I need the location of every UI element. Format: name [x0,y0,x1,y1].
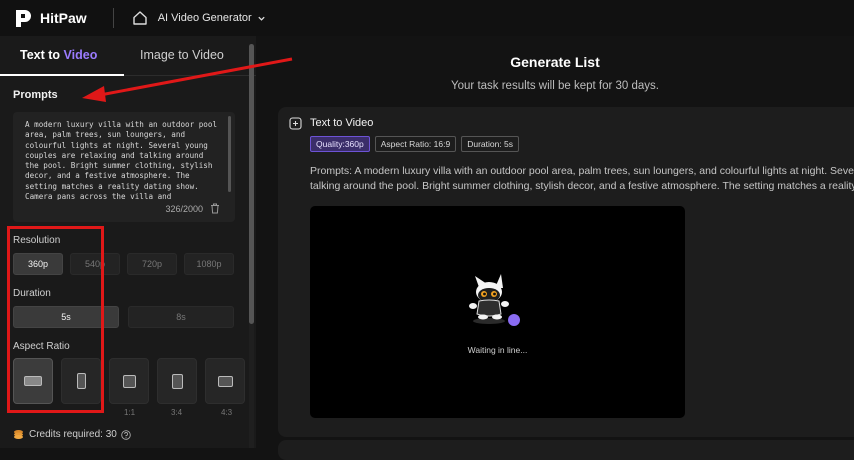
aspect-4-3-option[interactable] [205,358,245,404]
generate-list-panel: Generate List Your task results will be … [256,36,854,460]
prompts-label: Prompts [13,89,58,101]
task-prompt-line: talking around the pool. Bright summer c… [310,179,854,192]
status-text: Waiting in line... [467,345,528,355]
help-icon[interactable] [121,429,131,440]
scrollbar-thumb[interactable] [249,44,254,324]
prompt-text[interactable]: A modern luxury villa with an outdoor po… [25,120,221,200]
annotation-highlight-box [7,226,104,413]
top-bar: HitPaw AI Video Generator [0,0,854,36]
duration-8s[interactable]: 8s [128,306,234,328]
sidebar-scrollbar[interactable] [249,44,254,448]
brand-logo[interactable]: HitPaw [14,8,87,28]
tab-text-to-video[interactable]: Text to Video [20,48,97,62]
aspect-sublabel: 1:1 [124,408,136,417]
task-card: Text to Video Quality:360p Aspect Ratio:… [278,107,854,437]
duration-tag: Duration: 5s [461,136,520,152]
task-prompt-line: Prompts: A modern luxury villa with an o… [310,165,854,177]
resolution-1080p[interactable]: 1080p [184,253,234,275]
brand-name: HitPaw [40,10,87,26]
aspect-3-4-option[interactable] [157,358,197,404]
tall-ratio-icon [171,373,183,389]
trash-icon[interactable] [210,203,220,214]
task-tags: Quality:360p Aspect Ratio: 16:9 Duration… [310,136,520,152]
char-counter: 326/2000 [165,204,203,214]
aspect-sublabel: 3:4 [171,408,183,417]
tab-label: Text to [20,48,64,62]
divider [112,8,114,28]
task-card-next [278,440,854,460]
cat-mascot-icon [469,274,520,326]
chevron-down-icon[interactable] [257,14,266,23]
coins-icon [14,430,23,439]
card-title: Text to Video [310,117,374,129]
hitpaw-logo-icon [16,10,31,27]
video-preview[interactable]: Waiting in line... [310,206,685,418]
credits-required: Credits required: 30 [13,429,131,440]
resolution-720p[interactable]: 720p [127,253,177,275]
tab-image-to-video[interactable]: Image to Video [140,48,224,62]
task-prompt: Prompts: A modern luxury villa with an o… [310,164,854,192]
active-tab-indicator [0,74,124,76]
text-to-video-icon [289,117,302,130]
square-ratio-icon [122,374,136,388]
tab-bar: Text to Video Image to Video [0,36,256,76]
aspect-1-1-option[interactable] [109,358,149,404]
quality-tag: Quality:360p [310,136,370,152]
aspect-sublabel: 4:3 [221,408,233,417]
tab-label-accent: Video [63,48,98,62]
page-title: Generate List [510,54,600,70]
nav-title[interactable]: AI Video Generator [158,12,252,24]
prompt-textarea[interactable]: A modern luxury villa with an outdoor po… [13,112,235,222]
prompt-scrollbar[interactable] [228,116,231,192]
credits-text: Credits required: 30 [29,429,117,440]
home-icon[interactable] [132,10,148,26]
wide-ratio-icon [217,375,233,387]
aspect-ratio-tag: Aspect Ratio: 16:9 [374,136,457,152]
page-subtitle: Your task results will be kept for 30 da… [451,80,659,92]
